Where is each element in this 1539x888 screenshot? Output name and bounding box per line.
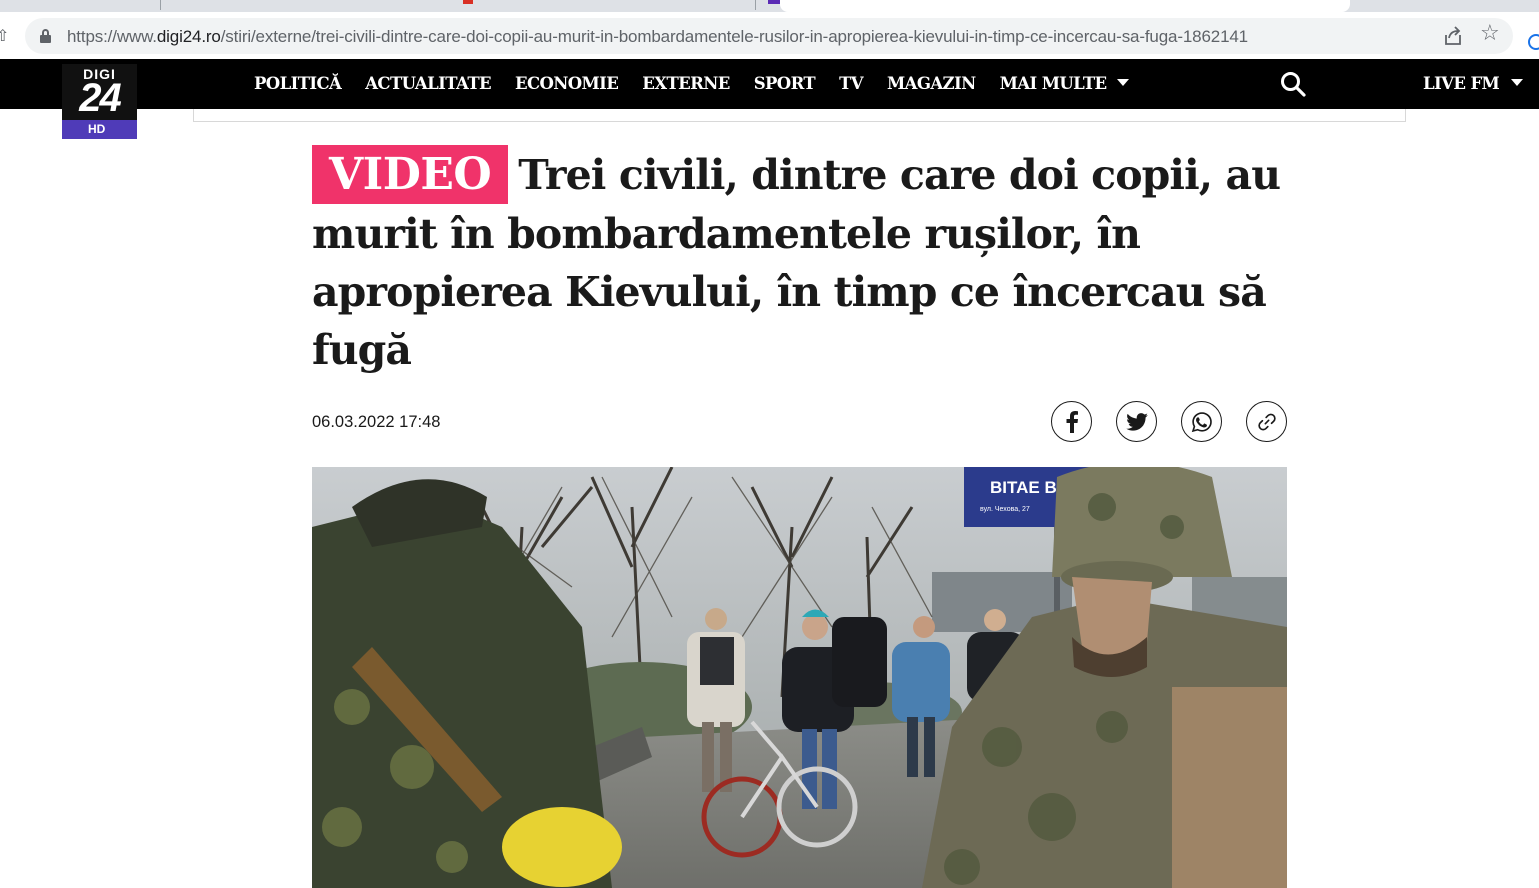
nav-item-externe[interactable]: EXTERNE xyxy=(642,74,730,93)
live-fm-menu[interactable]: LIVE FM xyxy=(1423,74,1524,93)
search-icon[interactable] xyxy=(1280,71,1306,97)
address-bar[interactable]: https://www.digi24.ro/stiri/externe/trei… xyxy=(25,18,1513,54)
nav-item-mai-multe-label: MAI MULTE xyxy=(999,74,1108,93)
copy-link-button[interactable] xyxy=(1246,401,1287,442)
lock-icon[interactable] xyxy=(40,29,51,43)
article-hero-photo[interactable]: BITAE B IP вул. Чехова, 27 xyxy=(312,467,1287,888)
tab-separator xyxy=(160,0,161,10)
tab-favicon xyxy=(463,0,473,4)
photo-scene: BITAE B IP вул. Чехова, 27 xyxy=(312,467,1287,888)
ad-placeholder xyxy=(193,109,1406,122)
chevron-down-icon xyxy=(1116,79,1129,86)
nav-item-magazin[interactable]: MAGAZIN xyxy=(887,74,976,93)
billboard-subtext: вул. Чехова, 27 xyxy=(980,506,1030,513)
logo-hd-badge: HD xyxy=(62,120,137,139)
article-date: 06.03.2022 17:48 xyxy=(312,413,441,431)
nav-item-sport[interactable]: SPORT xyxy=(754,74,816,93)
facebook-icon xyxy=(1066,410,1078,433)
browser-tab-strip xyxy=(0,0,1539,12)
tab-separator xyxy=(755,0,756,10)
nav-item-tv[interactable]: TV xyxy=(839,74,863,93)
share-page-icon[interactable] xyxy=(1443,25,1463,47)
extension-icon[interactable] xyxy=(1528,34,1539,50)
active-tab[interactable] xyxy=(780,0,1350,12)
article-headline: VIDEO Trei civili, dintre care doi copii,… xyxy=(312,145,1287,379)
nav-item-mai-multe[interactable]: MAI MULTE xyxy=(1000,74,1129,93)
back-arrow-icon[interactable]: ⇧ xyxy=(0,26,9,45)
facebook-share-button[interactable] xyxy=(1051,401,1092,442)
url-host: digi24.ro xyxy=(156,27,221,46)
twitter-icon xyxy=(1125,412,1148,431)
main-menu: POLITICĂ ACTUALITATE ECONOMIE EXTERNE SP… xyxy=(254,74,1153,93)
logo-number: 24 xyxy=(79,76,122,120)
whatsapp-icon xyxy=(1191,411,1212,432)
nav-item-politica[interactable]: POLITICĂ xyxy=(254,74,342,93)
nav-item-actualitate[interactable]: ACTUALITATE xyxy=(365,74,491,93)
chevron-down-icon xyxy=(1511,79,1524,86)
browser-toolbar: ⇧ https://www.digi24.ro/stiri/externe/tr… xyxy=(0,12,1539,59)
twitter-share-button[interactable] xyxy=(1116,401,1157,442)
whatsapp-share-button[interactable] xyxy=(1181,401,1222,442)
nav-item-economie[interactable]: ECONOMIE xyxy=(515,74,619,93)
digi24-logo[interactable]: DIGI 24 HD xyxy=(62,64,137,139)
link-icon xyxy=(1257,413,1276,430)
video-badge: VIDEO xyxy=(312,145,509,204)
url-prefix: https://www. xyxy=(67,27,157,46)
url-path: /stiri/externe/trei-civili-dintre-care-d… xyxy=(220,27,1248,46)
live-fm-label: LIVE FM xyxy=(1423,74,1500,93)
bookmark-star-icon[interactable]: ☆ xyxy=(1480,21,1500,46)
url-text[interactable]: https://www.digi24.ro/stiri/externe/trei… xyxy=(67,27,1248,47)
